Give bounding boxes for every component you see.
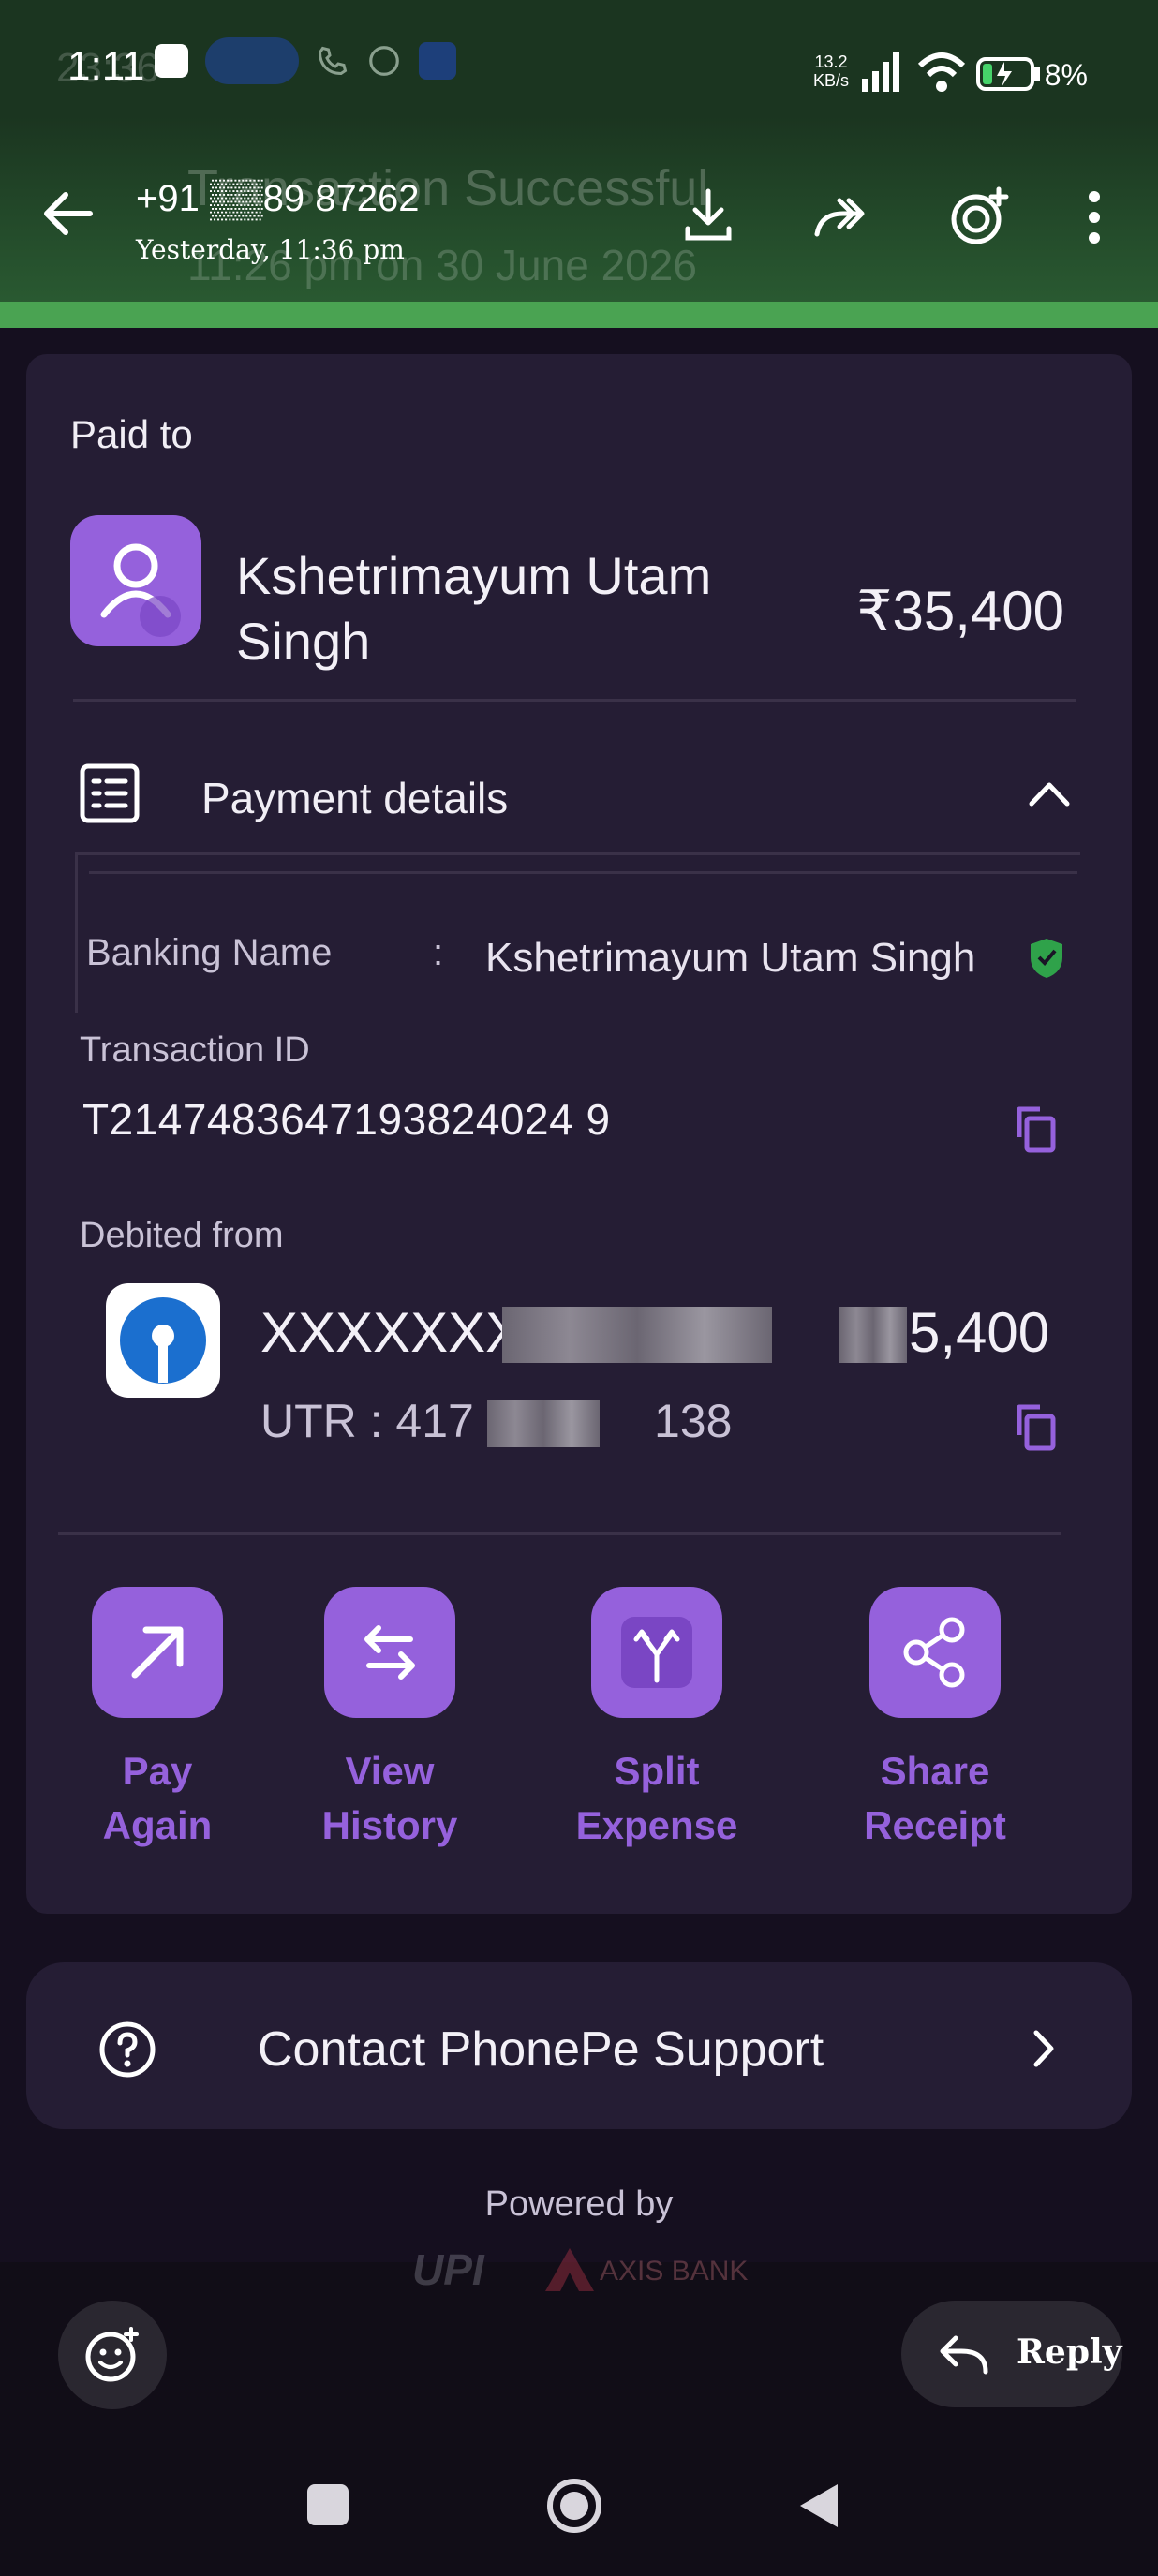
redacted-utr (487, 1400, 600, 1447)
axis-bank-logo: AXIS BANK (600, 2256, 749, 2287)
success-strip (0, 302, 1158, 328)
reply-arrow-icon (940, 2335, 988, 2375)
android-icon (419, 42, 456, 80)
upi-logo: UPI (412, 2245, 484, 2294)
debited-amount: 5,400 (909, 1301, 1050, 1364)
copy-icon[interactable] (1012, 1103, 1059, 1156)
account-number: XXXXXXX (260, 1301, 524, 1364)
debited-from-label: Debited from (80, 1216, 284, 1255)
hotspot-icon (205, 37, 299, 84)
split-expense-label[interactable]: Split Expense (554, 1744, 760, 1853)
axis-bank-logo-icon (545, 2248, 594, 2291)
reply-label[interactable]: Reply (1017, 2332, 1122, 2372)
bank-logo (106, 1283, 220, 1398)
redacted-amount (839, 1307, 907, 1363)
contact-support-label[interactable]: Contact PhonePe Support (258, 2021, 824, 2078)
split-icon (621, 1617, 692, 1688)
signal-icon (862, 52, 899, 92)
arrow-up-right-icon (131, 1626, 184, 1679)
divider (73, 699, 1076, 702)
split-expense-button[interactable] (591, 1587, 722, 1718)
status-time: 1:11 (67, 43, 145, 89)
battery-percent: 8% (1044, 58, 1088, 92)
sbi-logo-icon (120, 1297, 206, 1384)
utr-prefix: UTR : 417 (260, 1395, 474, 1447)
help-circle-icon (99, 2021, 156, 2078)
network-speed: 13.2 KB/s (813, 52, 849, 90)
verified-shield-icon (1031, 939, 1062, 978)
payment-details-toggle[interactable]: Payment details (201, 773, 508, 823)
recents-nav-button[interactable] (307, 2484, 349, 2525)
transaction-id-label: Transaction ID (80, 1030, 310, 1070)
user-icon (100, 543, 181, 637)
status-notification-icons (155, 37, 456, 84)
forward-icon[interactable] (811, 187, 871, 244)
receipt-list-icon (80, 763, 140, 823)
react-emoji-button[interactable] (58, 2301, 167, 2409)
battery-icon (976, 57, 1040, 91)
divider (58, 1532, 1061, 1535)
banking-name-label: Banking Name (86, 932, 333, 973)
payment-amount: ₹35,400 (856, 580, 1064, 643)
photos-app-icon (155, 44, 188, 78)
swap-arrows-icon (364, 1625, 415, 1680)
back-arrow-icon[interactable] (39, 185, 96, 242)
add-to-status-icon[interactable] (946, 184, 1012, 249)
banking-name-colon: : (433, 932, 444, 973)
chevron-right-icon[interactable] (1029, 2027, 1057, 2070)
sender-number[interactable]: +91 ▒▒89 87262 (136, 178, 419, 220)
chevron-up-icon[interactable] (1026, 777, 1073, 809)
redacted-account (502, 1307, 772, 1363)
wifi-icon (917, 52, 966, 92)
divider (89, 871, 1077, 874)
back-nav-button[interactable] (796, 2480, 841, 2531)
emoji-add-icon (85, 2327, 139, 2382)
pay-again-label[interactable]: Pay Again (54, 1744, 260, 1853)
view-history-button[interactable] (324, 1587, 455, 1718)
message-timestamp: Yesterday, 11:36 pm (136, 234, 405, 265)
phone-icon (318, 46, 348, 76)
paid-to-label: Paid to (70, 412, 193, 456)
share-icon (903, 1617, 965, 1688)
powered-by-label: Powered by (484, 2184, 674, 2224)
download-icon[interactable] (682, 187, 735, 244)
share-receipt-button[interactable] (869, 1587, 1001, 1718)
view-history-label[interactable]: View History (287, 1744, 493, 1853)
banking-name-value: Kshetrimayum Utam Singh (485, 935, 976, 981)
pay-again-button[interactable] (92, 1587, 223, 1718)
whatsapp-icon (369, 46, 399, 76)
payee-avatar (70, 515, 201, 646)
network-speed-unit: KB/s (813, 71, 850, 90)
network-speed-value: 13.2 (814, 52, 848, 71)
home-nav-button[interactable] (545, 2477, 603, 2535)
utr-suffix: 138 (654, 1395, 733, 1447)
transaction-id-value: T2147483647193824024 9 (82, 1095, 611, 1144)
copy-icon[interactable] (1012, 1401, 1059, 1454)
share-receipt-label[interactable]: Share Receipt (832, 1744, 1038, 1853)
payee-name: Kshetrimayum Utam Singh (236, 546, 712, 671)
more-options-icon[interactable] (1083, 187, 1106, 247)
